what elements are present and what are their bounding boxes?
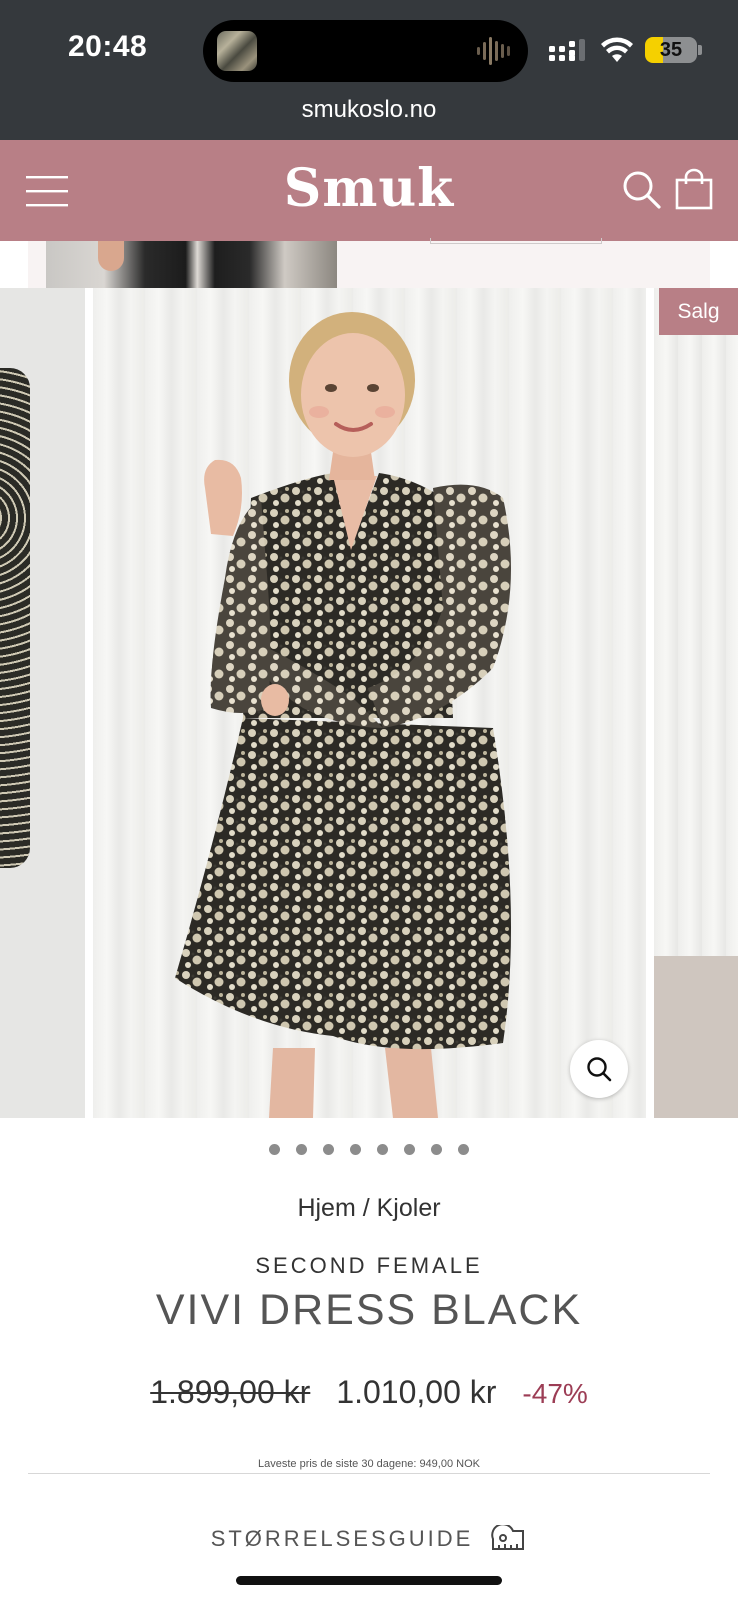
previous-section-photo xyxy=(46,241,337,288)
previous-section-photo-detail xyxy=(98,241,124,271)
pagination-dot[interactable] xyxy=(269,1144,280,1155)
status-bar: 20:48 35 smukoslo.no xyxy=(0,0,738,140)
pagination-dot[interactable] xyxy=(323,1144,334,1155)
size-guide-label: STØRRELSESGUIDE xyxy=(210,1526,474,1551)
address-bar-url[interactable]: smukoslo.no xyxy=(0,96,738,124)
battery-level: 35 xyxy=(659,39,683,61)
floor xyxy=(654,956,738,1118)
now-playing-thumbnail xyxy=(217,31,257,71)
gallery-pagination xyxy=(0,1144,738,1158)
cellular-signal-icon xyxy=(549,39,585,61)
site-header: Smuk xyxy=(0,140,738,241)
dress-photo-partial xyxy=(0,368,30,868)
sale-badge: Salg xyxy=(659,288,738,335)
dynamic-island[interactable] xyxy=(203,20,528,82)
pagination-dot[interactable] xyxy=(404,1144,415,1155)
breadcrumb[interactable]: Hjem / Kjoler xyxy=(0,1194,738,1223)
wifi-icon xyxy=(601,37,633,62)
divider xyxy=(28,1473,710,1474)
product-photo xyxy=(175,312,511,1118)
pagination-dot[interactable] xyxy=(458,1144,469,1155)
previous-section-box xyxy=(430,238,602,244)
pagination-dot[interactable] xyxy=(431,1144,442,1155)
original-price: 1.899,00 kr xyxy=(150,1374,311,1410)
discount-badge: -47% xyxy=(522,1378,588,1409)
magnifier-icon xyxy=(587,1057,612,1082)
pagination-dot[interactable] xyxy=(296,1144,307,1155)
audio-waveform-icon xyxy=(477,37,510,65)
status-time: 20:48 xyxy=(68,30,148,63)
sale-price: 1.010,00 kr xyxy=(336,1374,497,1410)
pagination-dot[interactable] xyxy=(350,1144,361,1155)
pagination-dot[interactable] xyxy=(377,1144,388,1155)
zoom-button[interactable] xyxy=(570,1040,628,1098)
size-guide-link[interactable]: STØRRELSESGUIDE xyxy=(0,1525,738,1553)
shopping-bag-icon[interactable] xyxy=(675,168,713,210)
gallery-slide-previous[interactable] xyxy=(0,288,85,1118)
battery-tip xyxy=(698,45,702,55)
search-icon[interactable] xyxy=(622,170,662,210)
price-row: 1.899,00 kr 1.010,00 kr -47% xyxy=(0,1374,738,1411)
measuring-tape-icon xyxy=(491,1525,525,1550)
product-title: VIVI DRESS BLACK xyxy=(155,1286,583,1334)
gallery-slide-next[interactable] xyxy=(654,288,738,1118)
lowest-price-note: Laveste pris de siste 30 dagene: 949,00 … xyxy=(258,1458,480,1470)
battery-icon: 35 xyxy=(645,37,697,63)
product-gallery[interactable]: Salg xyxy=(0,288,738,1118)
product-brand[interactable]: SECOND FEMALE xyxy=(0,1253,738,1279)
home-indicator[interactable] xyxy=(236,1576,502,1585)
gallery-slide-current[interactable] xyxy=(93,288,646,1118)
